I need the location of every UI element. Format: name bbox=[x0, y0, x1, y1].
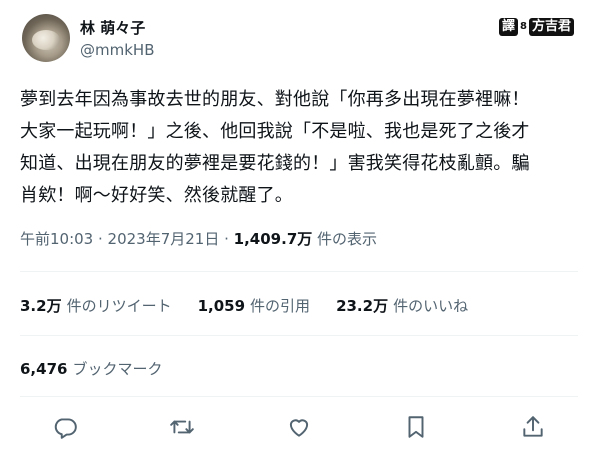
bookmark-icon[interactable] bbox=[403, 414, 429, 440]
like-label: 件のいいね bbox=[393, 297, 469, 315]
share-icon[interactable] bbox=[520, 414, 546, 440]
divider bbox=[20, 271, 578, 272]
like-icon[interactable] bbox=[286, 414, 312, 440]
watermark-right: 方吉君 bbox=[528, 18, 574, 36]
like-stat[interactable]: 23.2万 件のいいね bbox=[336, 296, 468, 316]
retweet-icon[interactable] bbox=[169, 414, 195, 440]
action-bar bbox=[52, 414, 546, 440]
bookmark-label: ブックマーク bbox=[72, 360, 163, 378]
quote-count: 1,059 bbox=[197, 297, 246, 315]
retweet-stat[interactable]: 3.2万 件のリツイート bbox=[20, 296, 172, 316]
bookmark-stat[interactable]: 6,476 ブックマーク bbox=[20, 359, 162, 379]
retweet-label: 件のリツイート bbox=[66, 297, 172, 315]
avatar[interactable] bbox=[22, 14, 70, 62]
bookmark-count: 6,476 bbox=[20, 360, 68, 378]
tweet-text: 夢到去年因為事故去世的朋友、對他說「你再多出現在夢裡嘛！ 大家一起玩啊！」之後、… bbox=[20, 89, 530, 206]
view-label: 件の表示 bbox=[312, 230, 378, 248]
engagement-stats: 3.2万 件のリツイート 1,059 件の引用 23.2万 件のいいね bbox=[20, 296, 468, 316]
display-name[interactable]: 林 萌々子 bbox=[80, 18, 145, 38]
view-count: 1,409.7万 bbox=[233, 230, 313, 248]
user-handle[interactable]: @mmkHB bbox=[80, 40, 154, 60]
watermark: 譯 8 方吉君 bbox=[499, 18, 574, 36]
tweet-date[interactable]: 2023年7月21日 bbox=[108, 230, 220, 248]
like-count: 23.2万 bbox=[336, 297, 389, 315]
meta-separator: · bbox=[219, 230, 234, 248]
divider bbox=[20, 396, 578, 397]
quote-stat[interactable]: 1,059 件の引用 bbox=[198, 296, 310, 316]
retweet-count: 3.2万 bbox=[20, 297, 62, 315]
tweet-time[interactable]: 午前10:03 bbox=[20, 230, 93, 248]
reply-icon[interactable] bbox=[52, 414, 78, 440]
tweet-meta: 午前10:03 · 2023年7月21日 · 1,409.7万 件の表示 bbox=[20, 229, 377, 249]
divider bbox=[20, 335, 578, 336]
watermark-dot: 8 bbox=[520, 21, 527, 32]
watermark-left: 譯 bbox=[499, 18, 519, 36]
quote-label: 件の引用 bbox=[250, 297, 311, 315]
meta-separator: · bbox=[93, 230, 108, 248]
